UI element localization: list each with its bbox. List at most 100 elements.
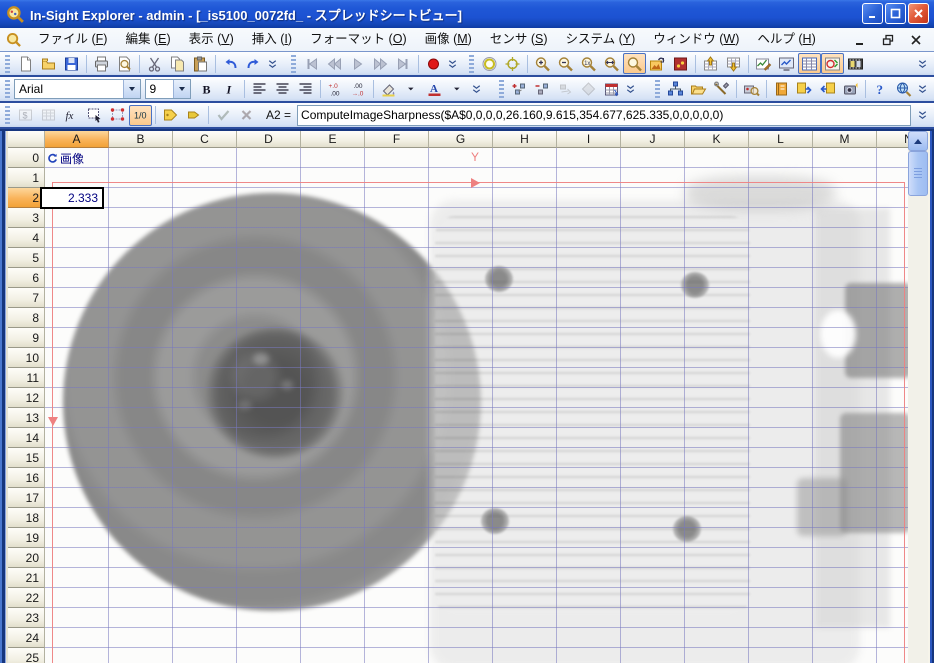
vertical-scrollbar[interactable]: [908, 131, 928, 663]
column-header-I[interactable]: I: [557, 131, 621, 148]
toolbar-overflow-button[interactable]: [915, 79, 929, 100]
row-header-0[interactable]: 0: [8, 148, 45, 168]
toolbar-grip[interactable]: [499, 80, 504, 98]
menu-format[interactable]: フォーマット (O): [301, 28, 416, 51]
row-header-19[interactable]: 19: [8, 528, 45, 548]
menu-window[interactable]: ウィンドウ (W): [644, 28, 748, 51]
row-header-7[interactable]: 7: [8, 288, 45, 308]
cancel-button[interactable]: [235, 105, 258, 126]
tag-new-button[interactable]: [159, 105, 182, 126]
column-header-L[interactable]: L: [749, 131, 813, 148]
menu-help[interactable]: ヘルプ (H): [748, 28, 824, 51]
menu-edit[interactable]: 編集 (E): [116, 28, 179, 51]
sensor-find-button[interactable]: [740, 79, 763, 100]
function-fx-button[interactable]: fx: [60, 105, 83, 126]
sheet-dollar-button[interactable]: $: [14, 105, 37, 126]
font-name-combo[interactable]: Arial: [14, 79, 141, 99]
mdi-minimize-button[interactable]: [852, 32, 868, 48]
web-search-button[interactable]: [892, 79, 915, 100]
row-header-8[interactable]: 8: [8, 308, 45, 328]
toolbar-overflow-button[interactable]: [623, 79, 637, 100]
select-points-button[interactable]: [106, 105, 129, 126]
align-center-button[interactable]: [271, 79, 294, 100]
select-cells-button[interactable]: [83, 105, 106, 126]
row-header-6[interactable]: 6: [8, 268, 45, 288]
font-color-dropdown-button[interactable]: [446, 79, 469, 100]
align-left-button[interactable]: [248, 79, 271, 100]
sheet-grid-button[interactable]: [37, 105, 60, 126]
column-header-C[interactable]: C: [173, 131, 237, 148]
close-button[interactable]: [908, 3, 929, 24]
row-header-14[interactable]: 14: [8, 428, 45, 448]
tools-button[interactable]: [710, 79, 733, 100]
zoom-out-button[interactable]: [554, 53, 577, 74]
column-header-E[interactable]: E: [301, 131, 365, 148]
toolbar-overflow-button[interactable]: [915, 53, 929, 74]
font-name-dropdown-button[interactable]: [123, 80, 140, 98]
row-header-22[interactable]: 22: [8, 588, 45, 608]
chart-monitor-button[interactable]: [775, 53, 798, 74]
document-magnifier-icon[interactable]: [6, 32, 21, 47]
row-header-3[interactable]: 3: [8, 208, 45, 228]
toolbar-grip[interactable]: [469, 55, 474, 73]
record-button[interactable]: [422, 53, 445, 74]
scrollbar-thumb[interactable]: [908, 151, 928, 196]
snippet-move-button[interactable]: [554, 79, 577, 100]
row-header-20[interactable]: 20: [8, 548, 45, 568]
font-size-combo[interactable]: 9: [145, 79, 191, 99]
row-header-18[interactable]: 18: [8, 508, 45, 528]
row-header-21[interactable]: 21: [8, 568, 45, 588]
maximize-button[interactable]: [885, 3, 906, 24]
crosshair-button[interactable]: [501, 53, 524, 74]
decimal-left-button[interactable]: +.0.00: [324, 79, 347, 100]
print-button[interactable]: [90, 53, 113, 74]
italic-button[interactable]: I: [218, 79, 241, 100]
snippet-remove-button[interactable]: [531, 79, 554, 100]
column-header-M[interactable]: M: [813, 131, 877, 148]
column-header-D[interactable]: D: [237, 131, 301, 148]
undo-button[interactable]: [219, 53, 242, 74]
sensor-save-button[interactable]: [793, 79, 816, 100]
spreadsheet-cells[interactable]: [45, 148, 909, 663]
fast-forward-button[interactable]: [369, 53, 392, 74]
decimal-right-button[interactable]: .00→.0: [347, 79, 370, 100]
save-button[interactable]: [60, 53, 83, 74]
zoom-1x-button[interactable]: 1x: [577, 53, 600, 74]
toolbar-overflow-button[interactable]: [915, 105, 929, 126]
date-grid-button[interactable]: [600, 79, 623, 100]
row-header-25[interactable]: 25: [8, 648, 45, 663]
paste-button[interactable]: [189, 53, 212, 74]
column-header-J[interactable]: J: [621, 131, 685, 148]
column-header-B[interactable]: B: [109, 131, 173, 148]
row-header-1[interactable]: 1: [8, 168, 45, 188]
row-header-10[interactable]: 10: [8, 348, 45, 368]
row-header-13[interactable]: 13: [8, 408, 45, 428]
redo-button[interactable]: [242, 53, 265, 74]
copy-button[interactable]: [166, 53, 189, 74]
row-header-24[interactable]: 24: [8, 628, 45, 648]
menu-system[interactable]: システム (Y): [557, 28, 645, 51]
menu-insert[interactable]: 挿入 (I): [243, 28, 301, 51]
image-adjust-button[interactable]: [646, 53, 669, 74]
toolbar-overflow-button[interactable]: [445, 53, 459, 74]
bold-button[interactable]: B: [195, 79, 218, 100]
row-header-23[interactable]: 23: [8, 608, 45, 628]
last-button[interactable]: [392, 53, 415, 74]
binary-view-button[interactable]: 1/0: [129, 105, 152, 126]
row-header-4[interactable]: 4: [8, 228, 45, 248]
sensor-copy-button[interactable]: [816, 79, 839, 100]
column-header-H[interactable]: H: [493, 131, 557, 148]
row-header-9[interactable]: 9: [8, 328, 45, 348]
column-header-A[interactable]: A: [45, 131, 109, 148]
row-header-15[interactable]: 15: [8, 448, 45, 468]
region-x-axis-arrow-icon[interactable]: [48, 417, 58, 426]
toolbar-grip[interactable]: [5, 80, 10, 98]
font-color-button[interactable]: A: [423, 79, 446, 100]
print-preview-button[interactable]: [113, 53, 136, 74]
grid-up-button[interactable]: [699, 53, 722, 74]
cut-button[interactable]: [143, 53, 166, 74]
spreadsheet-view-button[interactable]: [798, 53, 821, 74]
accept-button[interactable]: [212, 105, 235, 126]
network-tree-button[interactable]: [664, 79, 687, 100]
toolbar-overflow-button[interactable]: [469, 79, 483, 100]
